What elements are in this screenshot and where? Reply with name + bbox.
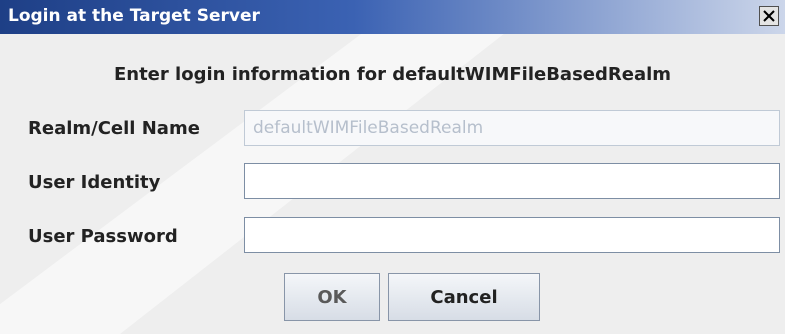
user-password-label: User Password [28,226,178,247]
realm-cell-name-field [244,110,780,146]
dialog-header-text: Enter login information for defaultWIMFi… [113,64,672,85]
close-icon [763,10,775,22]
login-dialog: Login at the Target Server Enter login i… [0,0,785,334]
cancel-button[interactable]: Cancel [388,273,540,321]
window-title: Login at the Target Server [8,6,260,26]
user-identity-input[interactable] [244,163,780,199]
user-password-input[interactable] [244,217,780,253]
user-identity-label: User Identity [28,172,161,193]
ok-button[interactable]: OK [284,273,380,321]
close-button[interactable] [759,6,779,26]
title-bar[interactable]: Login at the Target Server [0,0,785,34]
realm-cell-name-label: Realm/Cell Name [28,118,200,139]
